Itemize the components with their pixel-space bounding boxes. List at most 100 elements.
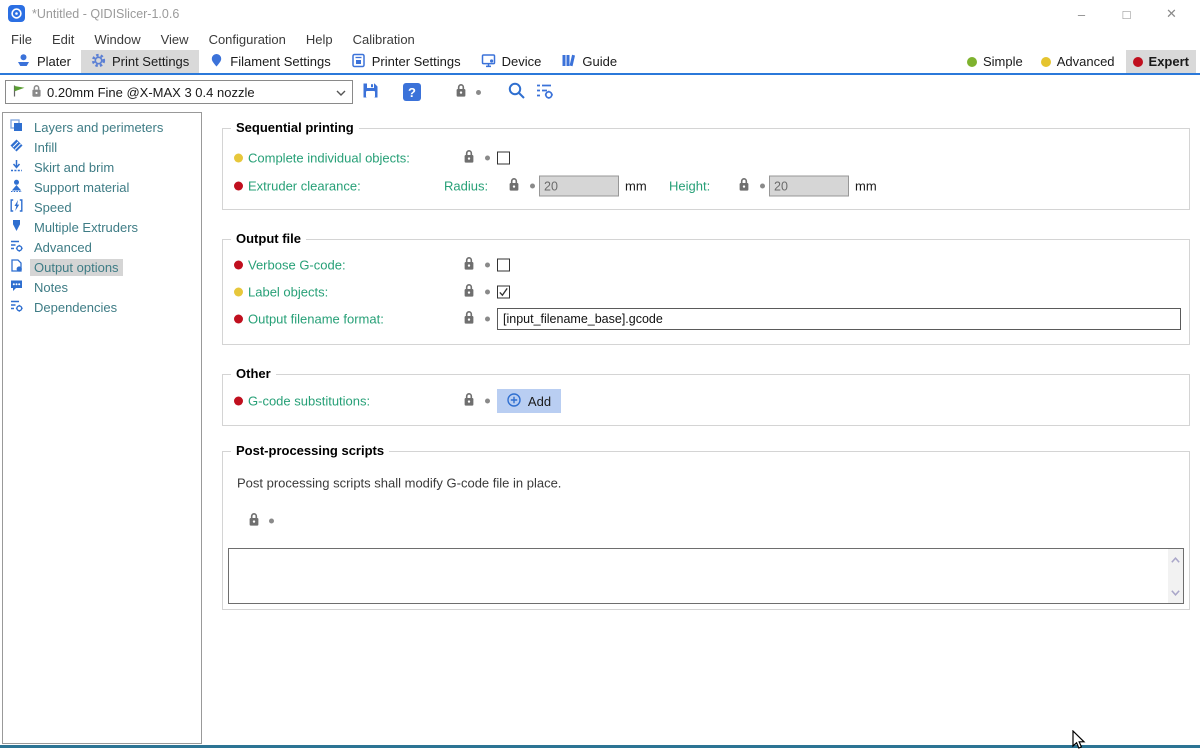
sidebar-item-dependencies[interactable]: Dependencies	[3, 297, 201, 317]
infill-icon	[10, 139, 23, 155]
bullet-icon	[234, 154, 243, 163]
speed-icon	[10, 199, 23, 215]
tab-device[interactable]: Device	[471, 50, 552, 73]
menu-view[interactable]: View	[158, 30, 192, 49]
notes-icon	[10, 279, 23, 295]
sidebar-item-speed[interactable]: Speed	[3, 197, 201, 217]
dot-icon	[760, 184, 765, 189]
lock-icon	[463, 256, 475, 274]
lock-icon	[463, 283, 475, 301]
search-button[interactable]	[505, 81, 527, 103]
tab-printer-settings[interactable]: Printer Settings	[341, 50, 471, 73]
menu-configuration[interactable]: Configuration	[206, 30, 289, 49]
extruder-icon	[10, 219, 23, 235]
search-icon	[507, 81, 526, 103]
tab-guide[interactable]: Guide	[551, 50, 627, 73]
menu-help[interactable]: Help	[303, 30, 336, 49]
group-sequential-printing: Sequential printing Complete individual …	[222, 128, 1190, 210]
filament-icon	[209, 53, 224, 71]
radius-input[interactable]	[539, 176, 619, 197]
menu-file[interactable]: File	[8, 30, 35, 49]
output-filename-format-input[interactable]	[497, 308, 1181, 330]
complete-individual-objects-checkbox[interactable]	[497, 152, 510, 165]
lock-icon	[455, 83, 467, 101]
preset-dropdown[interactable]: 0.20mm Fine @X-MAX 3 0.4 nozzle	[5, 80, 353, 104]
app-logo-icon	[8, 5, 25, 22]
lock-icon	[463, 149, 475, 167]
height-input[interactable]	[769, 176, 849, 197]
mode-simple[interactable]: Simple	[960, 50, 1030, 73]
dot-icon	[485, 317, 490, 322]
dot-icon	[485, 290, 490, 295]
row-post-processing-lock	[223, 510, 1189, 532]
mode-switcher: Simple Advanced Expert	[960, 50, 1196, 73]
group-title: Sequential printing	[231, 120, 359, 135]
tab-plater[interactable]: Plater	[6, 50, 81, 73]
layers-icon	[10, 119, 23, 135]
preset-flag-icon	[12, 84, 26, 101]
skirt-brim-icon	[10, 159, 23, 175]
sidebar-item-layers[interactable]: Layers and perimeters	[3, 117, 201, 137]
help-button[interactable]: ?	[401, 81, 423, 103]
sidebar-item-multiple-extruders[interactable]: Multiple Extruders	[3, 217, 201, 237]
group-output-file: Output file Verbose G-code: Label object…	[222, 239, 1190, 345]
tab-print-settings[interactable]: Print Settings	[81, 50, 199, 73]
mouse-cursor	[1072, 730, 1086, 754]
save-preset-button[interactable]	[359, 81, 381, 103]
preset-lock-indicator	[450, 81, 486, 103]
add-substitution-button[interactable]: Add	[497, 389, 561, 413]
minimize-button[interactable]: –	[1059, 7, 1104, 22]
sidebar-item-output-options[interactable]: Output options	[3, 257, 201, 277]
settings-sidebar: Layers and perimeters Infill Skirt and b…	[2, 112, 202, 744]
settings-search-button[interactable]	[533, 81, 555, 103]
dot-icon	[485, 263, 490, 268]
row-complete-individual-objects: Complete individual objects:	[223, 147, 1189, 169]
output-options-icon	[10, 259, 23, 275]
save-icon	[361, 81, 380, 103]
label-objects-checkbox[interactable]	[497, 286, 510, 299]
sidebar-item-notes[interactable]: Notes	[3, 277, 201, 297]
menu-window[interactable]: Window	[91, 30, 143, 49]
scrollbar[interactable]	[1168, 549, 1183, 603]
scroll-down-icon[interactable]	[1170, 585, 1181, 600]
group-title: Post-processing scripts	[231, 443, 389, 458]
expert-dot-icon	[1133, 57, 1143, 67]
mode-advanced[interactable]: Advanced	[1034, 50, 1122, 73]
lock-icon	[463, 392, 475, 410]
help-icon: ?	[403, 83, 421, 101]
tab-filament-settings[interactable]: Filament Settings	[199, 50, 340, 73]
verbose-gcode-checkbox[interactable]	[497, 259, 510, 272]
guide-icon	[561, 53, 576, 71]
sidebar-item-skirt[interactable]: Skirt and brim	[3, 157, 201, 177]
maximize-button[interactable]: □	[1104, 7, 1149, 22]
post-processing-scripts-textarea[interactable]	[229, 549, 1168, 603]
simple-dot-icon	[967, 57, 977, 67]
menu-edit[interactable]: Edit	[49, 30, 77, 49]
lock-icon	[508, 177, 520, 195]
row-label-objects: Label objects:	[223, 281, 1189, 303]
bullet-icon	[234, 397, 243, 406]
close-button[interactable]: ✕	[1149, 6, 1194, 22]
lock-icon	[463, 310, 475, 328]
scroll-up-icon[interactable]	[1170, 552, 1181, 567]
row-post-processing-description: Post processing scripts shall modify G-c…	[223, 472, 1189, 494]
sidebar-item-infill[interactable]: Infill	[3, 137, 201, 157]
plus-circle-icon	[507, 393, 521, 410]
sidebar-item-advanced[interactable]: Advanced	[3, 237, 201, 257]
dependencies-icon	[10, 299, 23, 315]
group-post-processing: Post-processing scripts Post processing …	[222, 451, 1190, 610]
mode-expert[interactable]: Expert	[1126, 50, 1196, 73]
group-other: Other G-code substitutions: Add	[222, 374, 1190, 426]
group-title: Output file	[231, 231, 306, 246]
post-processing-scripts-field	[228, 548, 1184, 604]
sidebar-item-support[interactable]: Support material	[3, 177, 201, 197]
chevron-down-icon	[336, 85, 346, 100]
window-bottom-edge	[0, 745, 1200, 748]
post-processing-description: Post processing scripts shall modify G-c…	[237, 476, 561, 491]
menu-calibration[interactable]: Calibration	[350, 30, 418, 49]
row-gcode-substitutions: G-code substitutions: Add	[223, 389, 1189, 413]
dot-icon	[485, 399, 490, 404]
bullet-icon	[234, 315, 243, 324]
dot-icon	[530, 184, 535, 189]
preset-name: 0.20mm Fine @X-MAX 3 0.4 nozzle	[47, 85, 331, 100]
